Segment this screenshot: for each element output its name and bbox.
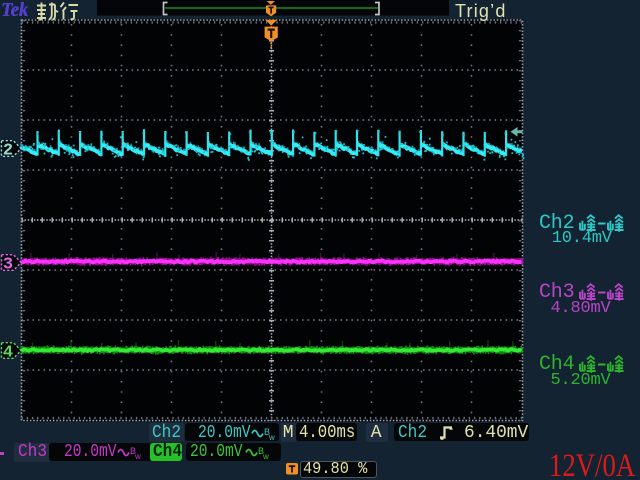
- svg-text:2: 2: [3, 142, 13, 161]
- svg-text:w: w: [262, 452, 269, 461]
- svg-text:3: 3: [3, 256, 13, 275]
- svg-text:4: 4: [3, 344, 13, 363]
- svg-text:w: w: [268, 433, 275, 442]
- svg-text:w: w: [134, 452, 141, 461]
